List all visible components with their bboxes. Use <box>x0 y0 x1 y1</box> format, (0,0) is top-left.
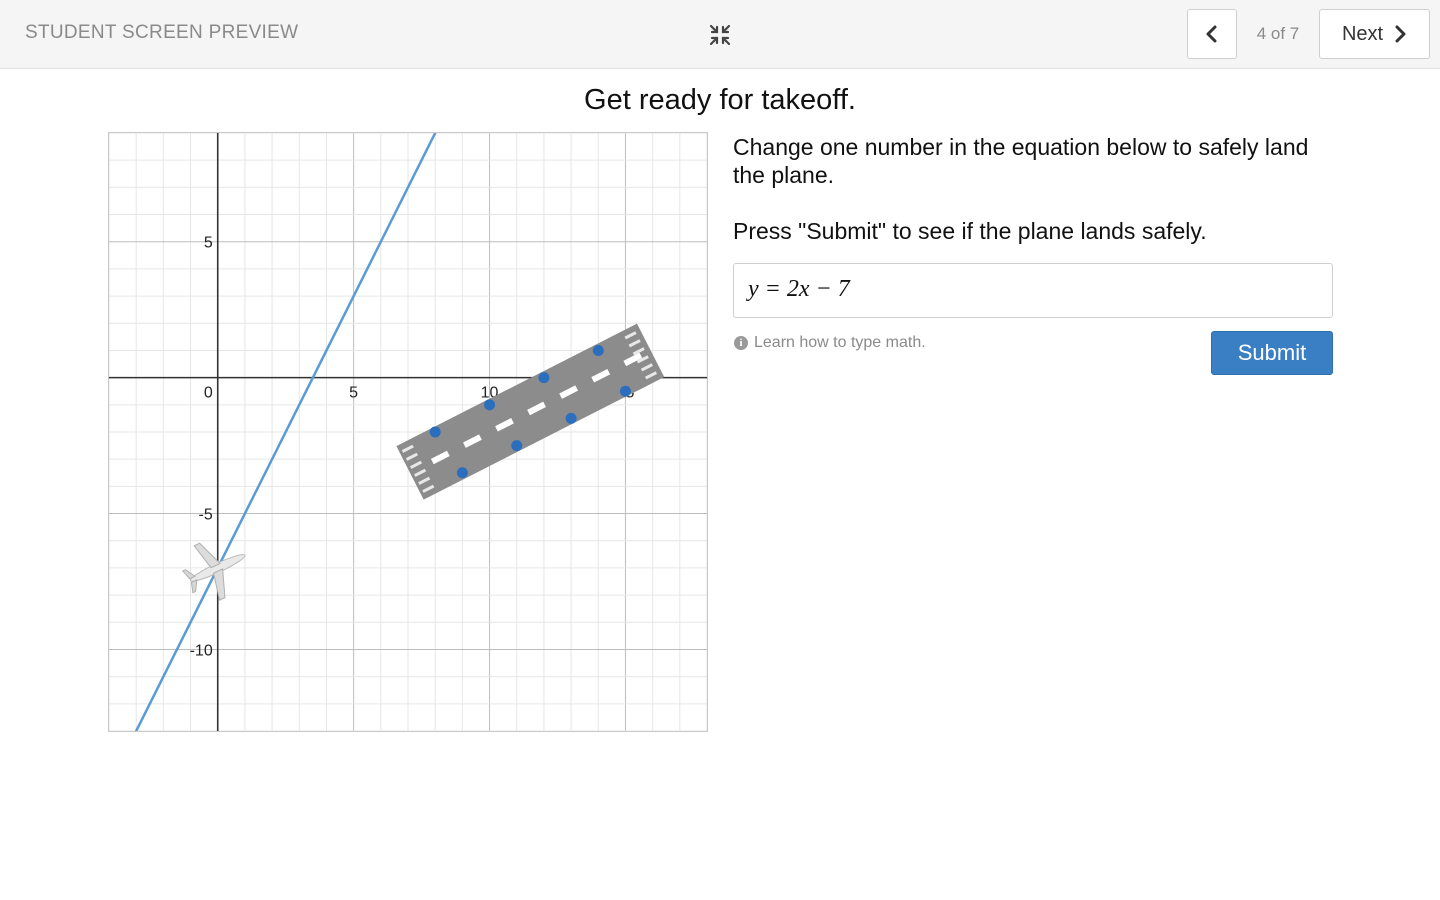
next-button-label: Next <box>1341 22 1384 45</box>
y-tick-label: -5 <box>198 507 212 524</box>
equation-value: y = 2x − 7 <box>748 276 850 302</box>
equation-input[interactable]: y = 2x − 7 <box>733 263 1333 318</box>
submit-hint-text: Press "Submit" to see if the plane lands… <box>733 218 1207 244</box>
runway-point <box>484 399 496 411</box>
y-tick-label: -10 <box>190 642 213 659</box>
page-title: Get ready for takeoff. <box>584 84 856 116</box>
submit-button[interactable]: Submit <box>1211 331 1333 375</box>
student-preview-label: STUDENT SCREEN PREVIEW <box>25 22 299 43</box>
next-screen-button[interactable]: Next <box>1319 9 1430 59</box>
top-bar: STUDENT SCREEN PREVIEW 4 of 7 Next <box>0 0 1440 69</box>
x-tick-label: 5 <box>349 385 358 402</box>
instructions-text: Change one number in the equation below … <box>733 134 1309 188</box>
runway-point <box>619 385 631 397</box>
runway-point <box>538 372 550 384</box>
runway-point <box>456 467 468 479</box>
origin-label: 0 <box>204 385 213 402</box>
learn-math-label: Learn how to type math. <box>754 334 926 351</box>
chevron-left-icon <box>1206 25 1217 43</box>
runway-point <box>429 426 441 438</box>
page-indicator: 4 of 7 <box>1256 24 1300 43</box>
runway-point <box>565 412 577 424</box>
learn-math-link[interactable]: i Learn how to type math. <box>734 334 926 352</box>
airplane-part <box>193 542 221 569</box>
collapse-arrows-icon[interactable] <box>707 22 733 48</box>
graph-canvas[interactable]: 510155-5-100 <box>109 133 707 731</box>
previous-screen-button[interactable] <box>1187 9 1237 59</box>
chevron-right-icon <box>1395 25 1406 43</box>
y-tick-label: 5 <box>204 235 213 252</box>
runway-point <box>511 440 523 452</box>
info-icon: i <box>734 336 748 350</box>
coordinate-graph[interactable]: 510155-5-100 <box>108 132 708 732</box>
submit-label: Submit <box>1237 340 1307 365</box>
instructions-panel: Change one number in the equation below … <box>733 133 1343 245</box>
runway-point <box>592 344 604 356</box>
